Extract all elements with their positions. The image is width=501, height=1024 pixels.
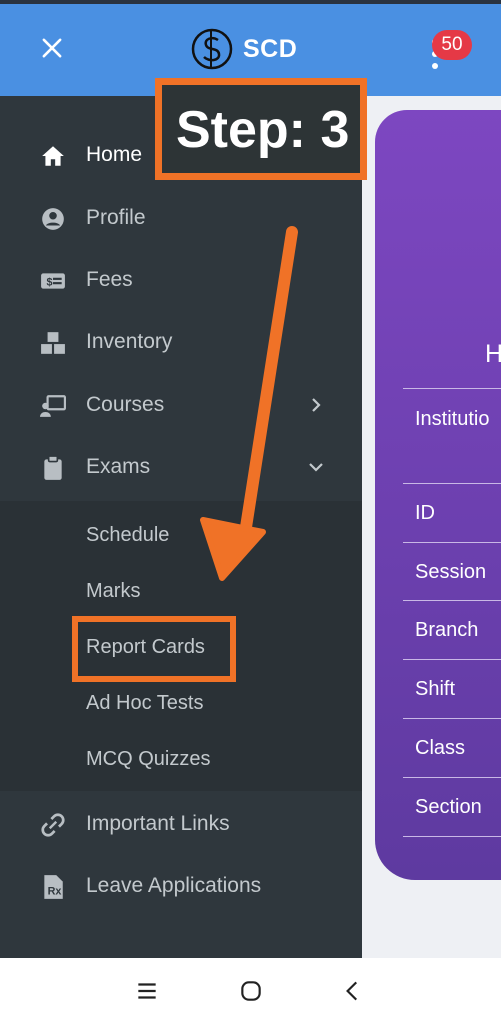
- submenu-item-ad-hoc-tests[interactable]: Ad Hoc Tests: [86, 692, 203, 715]
- sidebar-item-courses[interactable]: Courses: [0, 380, 362, 432]
- sidebar-item-exams[interactable]: Exams: [0, 442, 362, 494]
- step-annotation: Step: 3: [155, 78, 367, 180]
- home-icon: [42, 146, 64, 166]
- row-divider: [403, 388, 501, 389]
- recent-apps-icon[interactable]: [134, 978, 160, 1004]
- student-info-card: H Institutio ID Session Branch Shift Cla…: [375, 110, 501, 880]
- sidebar-item-label: Home: [86, 143, 143, 166]
- row-divider: [403, 777, 501, 778]
- row-divider: [403, 718, 501, 719]
- card-heading: H: [485, 340, 501, 368]
- row-divider: [403, 483, 501, 484]
- info-label-branch: Branch: [415, 619, 479, 641]
- submenu-item-schedule[interactable]: Schedule: [86, 524, 169, 547]
- money-bill-icon: $: [41, 273, 65, 289]
- boxes-icon: [41, 332, 65, 354]
- info-label-shift: Shift: [415, 678, 456, 700]
- info-label-id: ID: [415, 502, 435, 524]
- row-divider: [403, 659, 501, 660]
- sidebar-item-inventory[interactable]: Inventory: [0, 317, 362, 369]
- submenu-item-mcq-quizzes[interactable]: MCQ Quizzes: [86, 748, 210, 771]
- svg-text:$: $: [47, 276, 53, 288]
- chevron-right-icon: [312, 398, 321, 412]
- close-icon[interactable]: [38, 34, 66, 62]
- sidebar-item-profile[interactable]: Profile: [0, 193, 362, 245]
- notification-badge[interactable]: 50: [432, 30, 472, 60]
- clipboard-icon: [44, 455, 62, 480]
- info-label-section: Section: [415, 796, 482, 818]
- svg-text:Rx: Rx: [48, 886, 62, 898]
- chevron-down-icon: [309, 463, 323, 472]
- user-circle-icon: [42, 208, 64, 230]
- system-nav-bar: [0, 958, 501, 1024]
- sidebar-item-label: Leave Applications: [86, 874, 262, 897]
- submenu-item-marks[interactable]: Marks: [86, 580, 140, 603]
- sidebar-item-label: Inventory: [86, 330, 173, 353]
- app-title: SCD: [243, 35, 298, 63]
- report-cards-highlight: [72, 616, 236, 682]
- info-label-institution: Institutio: [415, 408, 490, 430]
- prescription-icon: Rx: [44, 875, 63, 899]
- info-label-class: Class: [415, 737, 466, 759]
- sidebar-item-fees[interactable]: $ Fees: [0, 255, 362, 307]
- sidebar-item-label: Important Links: [86, 812, 230, 835]
- step-label: Step: 3: [176, 101, 350, 159]
- home-nav-icon[interactable]: [238, 978, 264, 1004]
- logo-icon: [191, 28, 233, 70]
- sidebar-item-important-links[interactable]: Important Links: [0, 799, 362, 851]
- row-divider: [403, 836, 501, 837]
- info-label-session: Session: [415, 561, 487, 583]
- sidebar-item-leave-applications[interactable]: Rx Leave Applications: [0, 861, 362, 913]
- sidebar-item-label: Courses: [86, 393, 165, 416]
- row-divider: [403, 600, 501, 601]
- sidebar-item-label: Exams: [86, 455, 151, 478]
- row-divider: [403, 542, 501, 543]
- back-icon[interactable]: [340, 978, 366, 1004]
- sidebar-item-label: Profile: [86, 206, 146, 229]
- chalkboard-teacher-icon: [40, 395, 66, 417]
- link-icon: [41, 813, 65, 837]
- sidebar-item-label: Fees: [86, 268, 133, 291]
- sidebar: Home Profile $ Fees Inventory Courses Ex…: [0, 96, 362, 958]
